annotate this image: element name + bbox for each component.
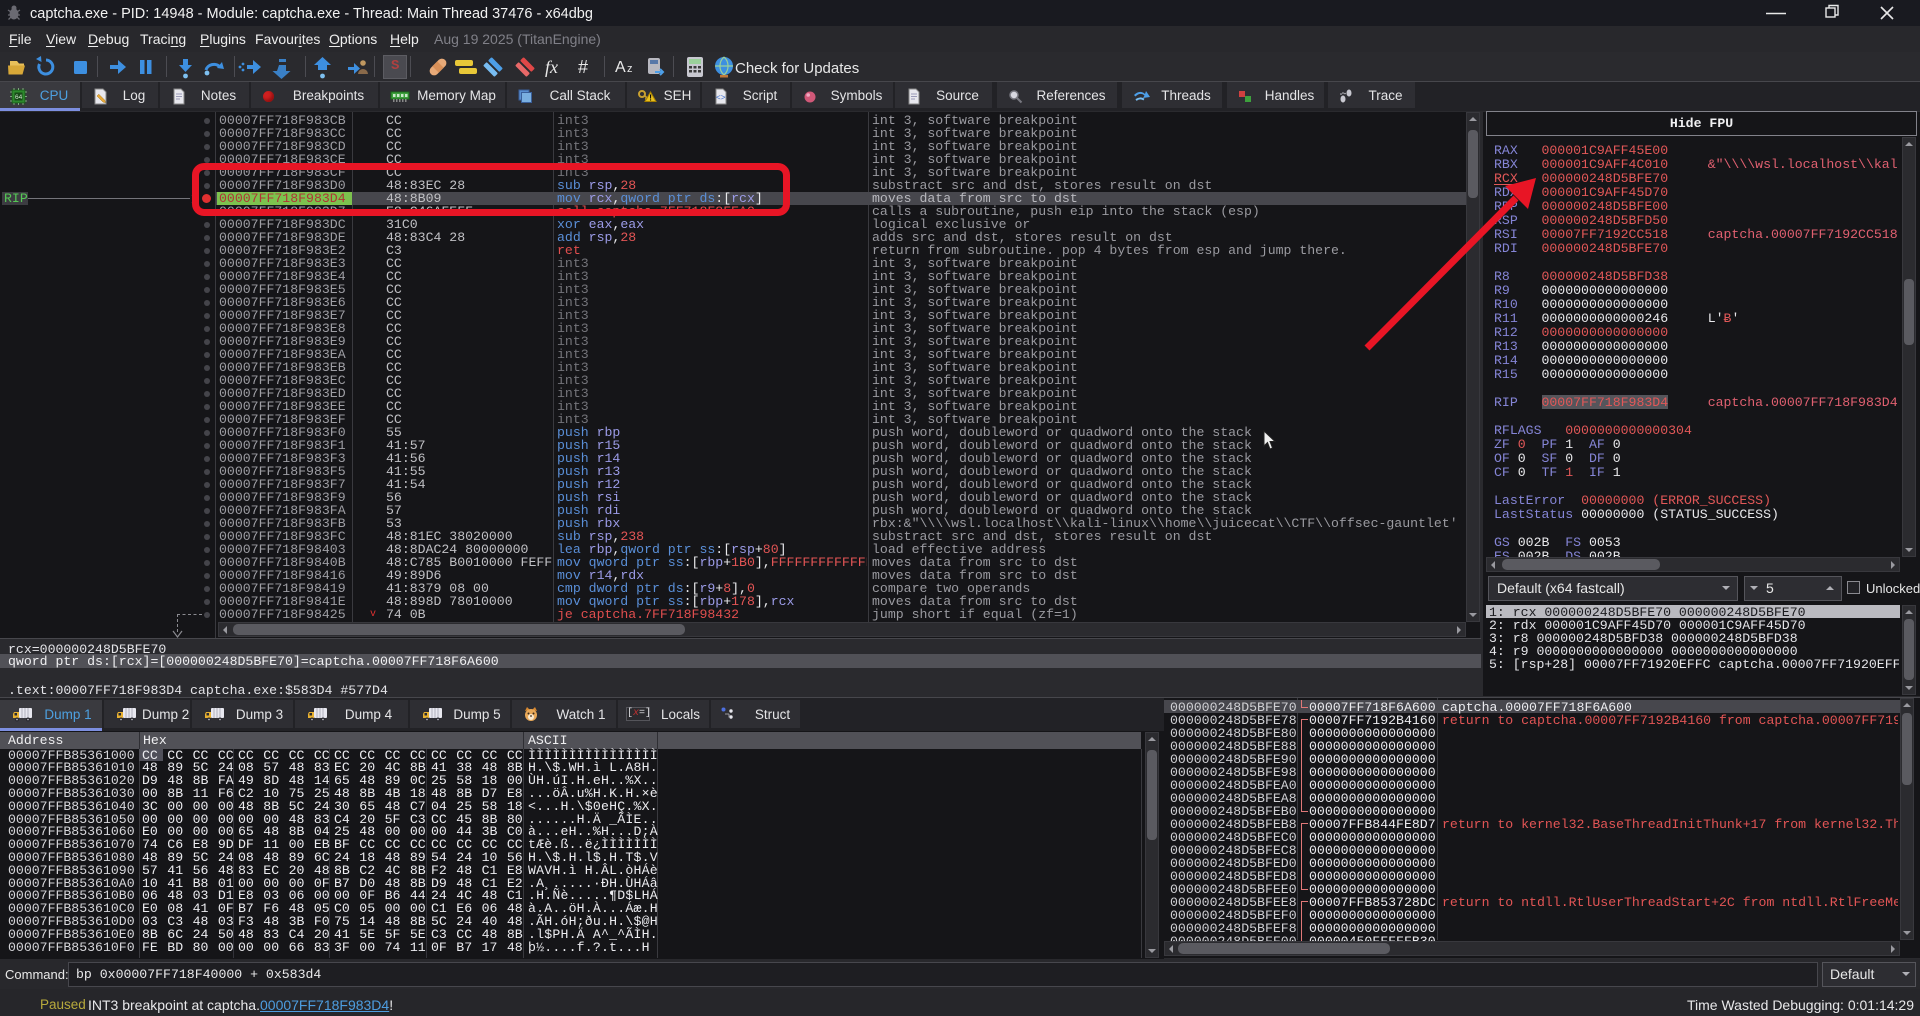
svg-text:A: A — [615, 59, 626, 76]
svg-text:!: ! — [649, 94, 652, 103]
svg-text:z: z — [627, 63, 633, 75]
svg-text:<>: <> — [716, 94, 726, 103]
svg-text:#: # — [578, 57, 588, 77]
svg-text:fx: fx — [545, 57, 558, 77]
svg-text:64: 64 — [15, 94, 23, 101]
